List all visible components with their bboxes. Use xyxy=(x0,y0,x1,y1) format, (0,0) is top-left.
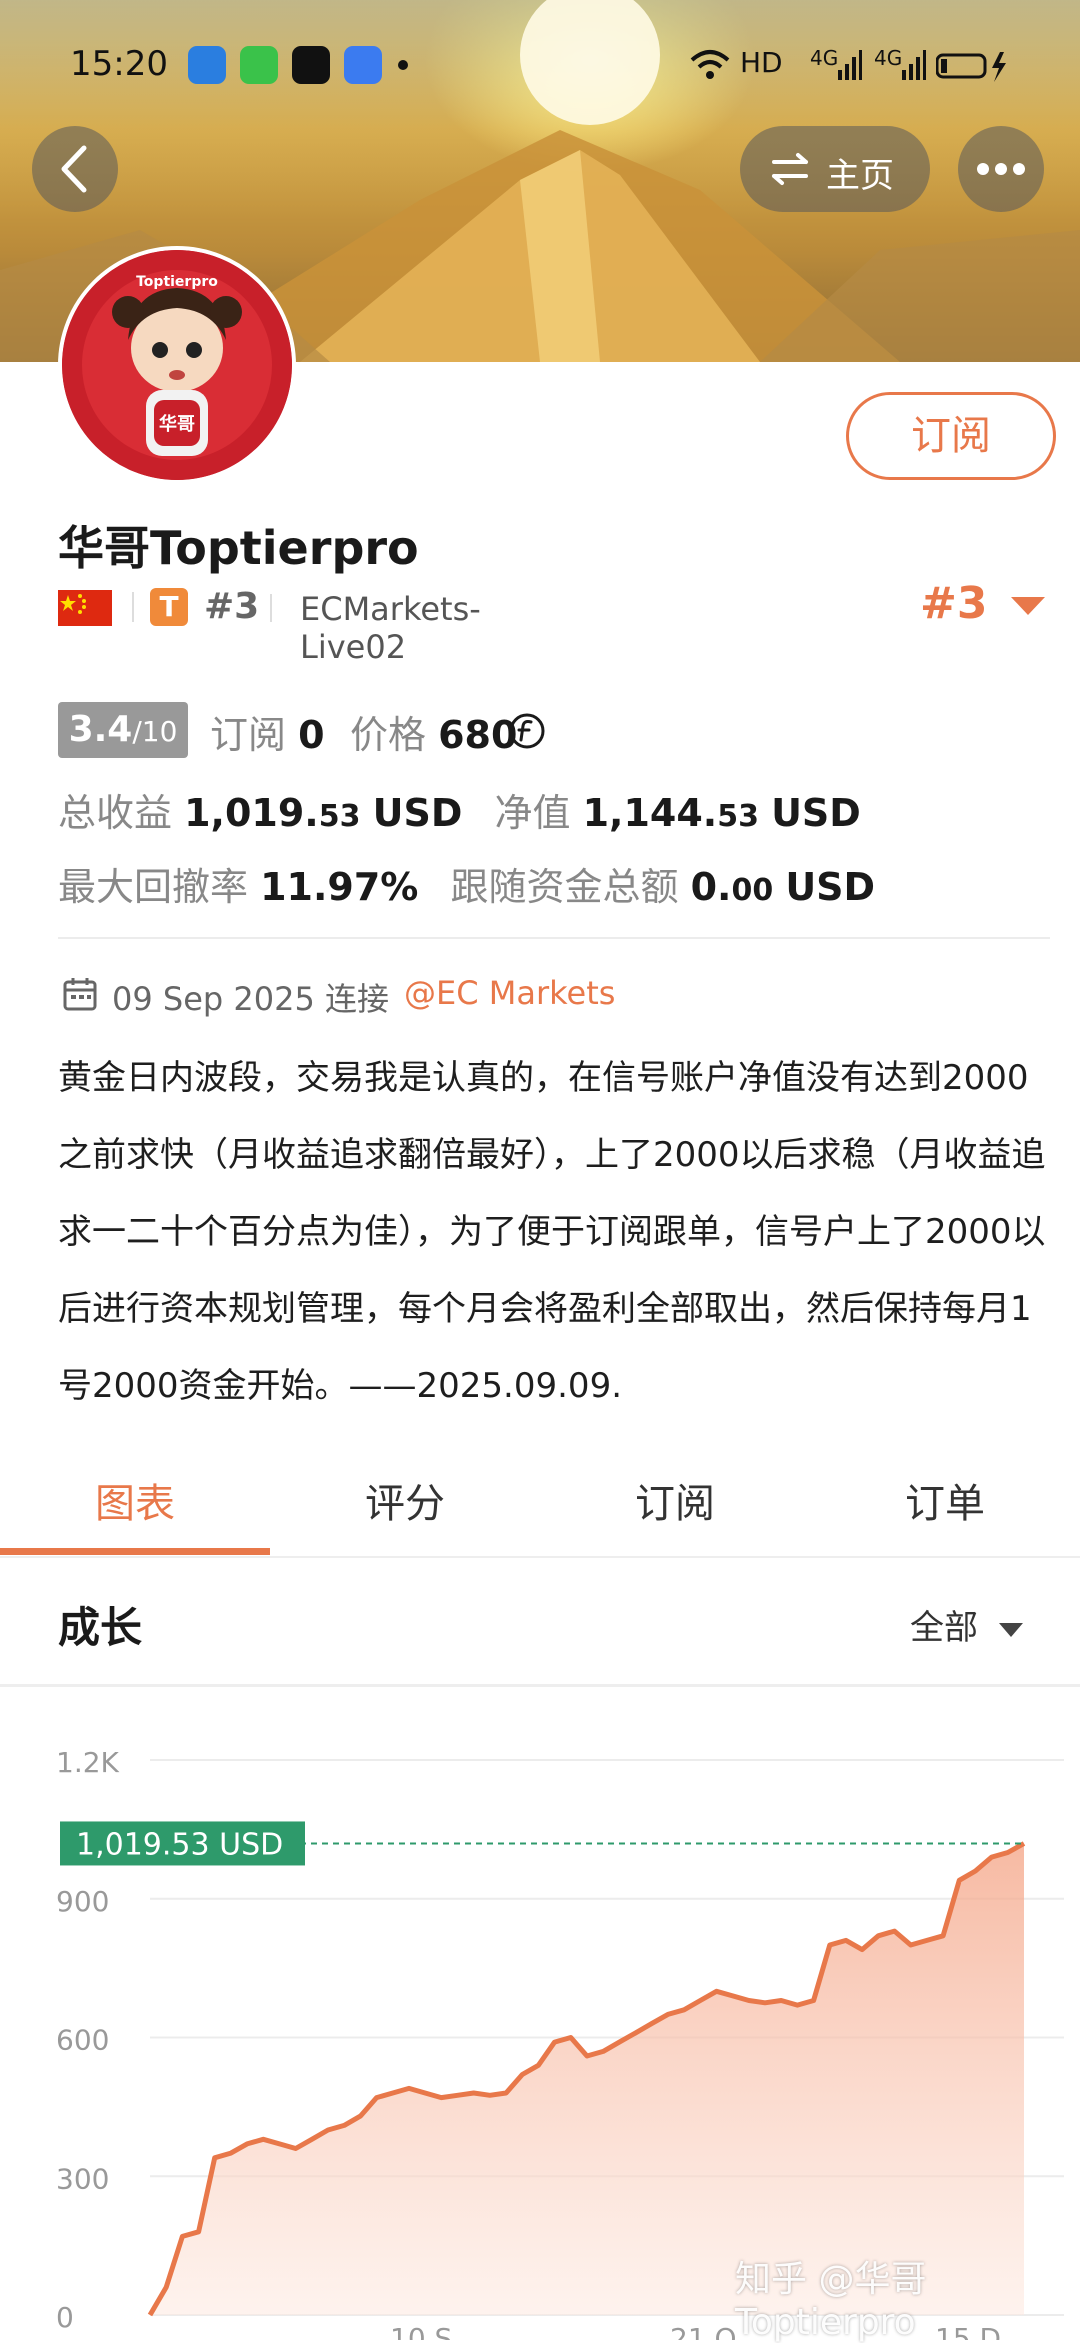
subscribe-stat: 订阅 0 xyxy=(210,704,325,759)
stats-row-drawdown: 最大回撤率 11.97% 跟随资金总额 0.00 USD xyxy=(58,856,875,911)
back-button[interactable] xyxy=(32,126,118,212)
rank-dropdown[interactable]: #3 xyxy=(920,578,1045,629)
signal-icon xyxy=(902,50,926,80)
signal-icon xyxy=(838,50,862,80)
price-stat: 价格 680 xyxy=(350,704,517,759)
equity-label: 净值 xyxy=(494,791,571,835)
profile-name: 华哥Toptierpro xyxy=(58,521,419,575)
triangle-down-icon xyxy=(998,1622,1023,1637)
x-tick-label: 21 O xyxy=(670,2322,737,2340)
divider xyxy=(58,937,1050,939)
price-value: 680 xyxy=(438,713,518,757)
section-title: 成长 xyxy=(58,1603,143,1652)
more-notifications-dot xyxy=(398,60,408,70)
rank-label: #3 xyxy=(204,586,260,627)
status-time: 15:20 xyxy=(70,44,168,84)
range-filter-label: 全部 xyxy=(910,1608,978,1648)
network-type: HD xyxy=(740,46,783,79)
follow-dec: 00 xyxy=(731,873,774,908)
home-label: 主页 xyxy=(826,156,894,196)
tab-chart[interactable]: 图表 xyxy=(0,1454,270,1554)
chevron-left-icon xyxy=(61,145,87,193)
range-filter[interactable]: 全部 xyxy=(910,1600,1023,1649)
tab-orders[interactable]: 订单 xyxy=(810,1454,1080,1554)
app-notification-icon xyxy=(240,46,278,84)
y-tick-label: 1.2K xyxy=(56,1746,120,1779)
subscribe-stat-label: 订阅 xyxy=(210,713,287,757)
score-main: 3.4 xyxy=(68,709,133,750)
coin-icon xyxy=(509,713,545,749)
y-tick-label: 300 xyxy=(56,2162,109,2195)
status-bar: 15:20 HD 4G 4G xyxy=(0,0,1080,120)
more-button[interactable] xyxy=(958,126,1044,212)
wifi-icon xyxy=(690,50,730,79)
equity-unit: USD xyxy=(771,791,861,835)
x-tick-label: 10 S xyxy=(390,2322,452,2340)
y-tick-label: 600 xyxy=(56,2024,109,2057)
follow-label: 跟随资金总额 xyxy=(450,865,679,909)
strategy-description: 黄金日内波段，交易我是认真的，在信号账户净值没有达到2000之前求快（月收益追求… xyxy=(58,1058,1046,1406)
total-profit-int: 1,019. xyxy=(184,791,319,835)
swap-icon xyxy=(772,153,808,185)
broker-link[interactable]: @EC Markets xyxy=(404,974,615,1012)
growth-area xyxy=(150,1843,1024,2315)
current-value-label: 1,019.53 USD xyxy=(76,1827,283,1862)
more-dots-icon xyxy=(977,163,1025,175)
separator xyxy=(132,592,134,622)
drawdown-value: 11.97% xyxy=(260,865,419,909)
avatar[interactable]: Toptierpro 华哥 xyxy=(58,246,296,484)
china-flag-icon xyxy=(58,590,112,626)
score-sub: /10 xyxy=(132,715,178,748)
app-notification-icon xyxy=(188,46,226,84)
section-divider xyxy=(0,1684,1080,1687)
equity-dec: 53 xyxy=(717,799,759,834)
follow-int: 0. xyxy=(690,865,732,909)
tab-rating[interactable]: 评分 xyxy=(270,1454,540,1554)
calendar-icon xyxy=(63,978,97,1011)
app-notification-icon xyxy=(344,46,382,84)
connection-date: 09 Sep 2025 连接 xyxy=(112,980,389,1018)
separator xyxy=(270,594,272,622)
stats-row-profit: 总收益 1,019.53 USD 净值 1,144.53 USD xyxy=(58,782,861,837)
home-button[interactable]: 主页 xyxy=(740,126,930,212)
y-tick-label: 0 xyxy=(56,2301,74,2334)
equity-int: 1,144. xyxy=(582,791,718,835)
tab-subscription[interactable]: 订阅 xyxy=(540,1454,810,1554)
chart-area xyxy=(147,1841,1026,2317)
drawdown-label: 最大回撤率 xyxy=(58,865,249,909)
score-badge: 3.4/10 xyxy=(58,702,188,758)
avatar-tag: 华哥 xyxy=(159,414,195,435)
tier-badge: T xyxy=(150,588,188,626)
watermark: 知乎 @华哥Toptierpro xyxy=(735,2259,927,2343)
tiktok-icon xyxy=(292,46,330,84)
rank-value: #3 xyxy=(920,578,988,629)
total-profit-dec: 53 xyxy=(318,799,361,834)
active-tab-indicator xyxy=(0,1548,270,1555)
signal-label-2: 4G xyxy=(874,46,903,70)
subscribe-button[interactable]: 订阅 xyxy=(846,392,1056,480)
total-profit-unit: USD xyxy=(372,791,463,835)
price-label: 价格 xyxy=(350,713,427,757)
growth-chart[interactable]: 1.2K9006003000 1,019.53 USD10 S 21 O 15 D xyxy=(0,1700,1080,2340)
avatar-text: Toptierpro xyxy=(136,274,218,290)
account-server: ECMarkets-Live02 xyxy=(300,590,481,666)
tab-bar: 图表 评分 订阅 订单 xyxy=(0,1454,1080,1558)
signal-label-1: 4G xyxy=(810,46,839,70)
subscribe-stat-value: 0 xyxy=(298,713,325,757)
total-profit-label: 总收益 xyxy=(58,791,173,835)
triangle-down-icon xyxy=(1010,597,1045,615)
follow-unit: USD xyxy=(785,865,876,909)
y-tick-label: 900 xyxy=(56,1885,109,1918)
battery-charging-icon xyxy=(936,52,1006,82)
